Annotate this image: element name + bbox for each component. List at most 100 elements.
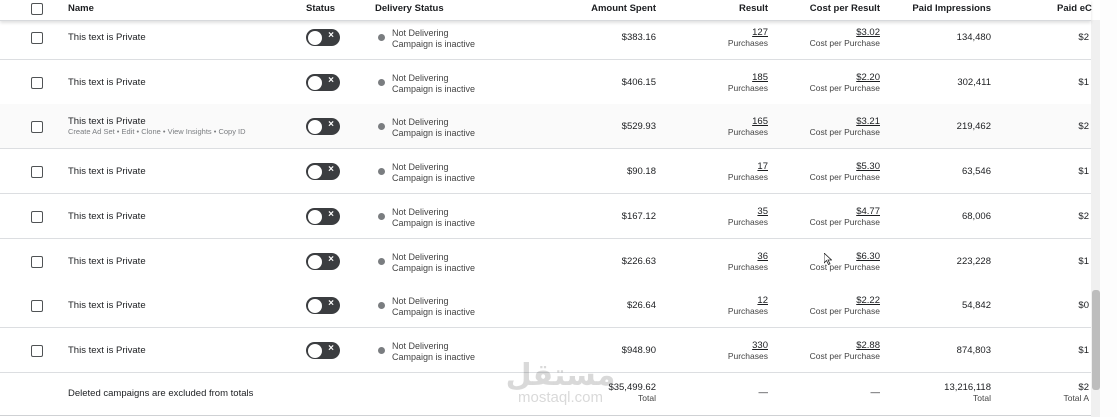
delivery-status: Not Delivering Campaign is inactive [392, 162, 475, 183]
amount-spent: $529.93 [621, 121, 656, 132]
paid-ecpm: $1 [1078, 256, 1089, 267]
cost-per-result-link[interactable]: $2.88 [790, 340, 880, 351]
campaign-status-toggle[interactable]: × [306, 342, 340, 359]
cost-per-result-link[interactable]: $3.02 [790, 27, 880, 38]
amount-spent: $167.12 [621, 211, 656, 222]
row-actions[interactable]: Create Ad Set • Edit • Clone • View Insi… [68, 127, 246, 136]
result-type: Purchases [727, 127, 768, 137]
result-link[interactable]: 12 [688, 295, 768, 306]
paid-ecpm: $1 [1078, 345, 1089, 356]
delivery-status: Not Delivering Campaign is inactive [392, 341, 475, 362]
delivery-status-sub: Campaign is inactive [392, 38, 476, 49]
delivery-status-sub: Campaign is inactive [392, 351, 476, 362]
campaign-status-toggle[interactable]: × [306, 29, 340, 46]
paid-ecpm: $1 [1078, 77, 1089, 88]
totals-cost-per-result: — [870, 387, 881, 398]
campaign-status-toggle[interactable]: × [306, 74, 340, 91]
result-type: Purchases [727, 172, 768, 182]
cost-per-result-link[interactable]: $5.30 [790, 161, 880, 172]
result-type: Purchases [727, 83, 768, 93]
result-link[interactable]: 127 [688, 27, 768, 38]
campaign-status-toggle[interactable]: × [306, 163, 340, 180]
result-link[interactable]: 35 [688, 206, 768, 217]
campaign-name[interactable]: This text is Private [68, 300, 146, 311]
row-checkbox[interactable] [31, 166, 43, 178]
watermark-arabic: مستقل [505, 358, 616, 393]
totals-note: Deleted campaigns are excluded from tota… [68, 388, 254, 399]
paid-impressions: 68,006 [961, 211, 991, 222]
campaign-status-toggle[interactable]: × [306, 118, 340, 135]
paid-impressions: 223,228 [956, 256, 991, 267]
campaign-row[interactable]: This text is Private × Not Delivering Campa… [0, 194, 1091, 239]
result-type: Purchases [727, 262, 768, 272]
row-checkbox[interactable] [31, 32, 43, 44]
status-dot-icon [378, 258, 385, 265]
row-checkbox[interactable] [31, 300, 43, 312]
row-checkbox[interactable] [31, 121, 43, 133]
column-header-cost-per-result[interactable]: Cost per Result [790, 3, 880, 14]
campaign-name[interactable]: This text is Private [68, 77, 146, 88]
toggle-knob [307, 75, 322, 90]
column-header-delivery-status[interactable]: Delivery Status [375, 3, 444, 14]
cost-per-result-link[interactable]: $6.30 [790, 251, 880, 262]
paid-ecpm: $1 [1078, 166, 1089, 177]
column-header-name[interactable]: Name [68, 3, 94, 14]
totals-impressions-label: Total [973, 393, 991, 403]
campaign-row[interactable]: This text is Private × Not Delivering Campa… [0, 239, 1091, 284]
delivery-status: Not Delivering Campaign is inactive [392, 117, 475, 138]
select-all-checkbox[interactable] [31, 3, 43, 15]
delivery-status-label: Not Delivering [392, 162, 449, 172]
status-dot-icon [378, 34, 385, 41]
delivery-status-label: Not Delivering [392, 207, 449, 217]
campaign-name[interactable]: This text is Private [68, 116, 146, 127]
paid-impressions: 219,462 [956, 121, 991, 132]
cost-per-result-link[interactable]: $2.20 [790, 72, 880, 83]
vertical-scrollbar-thumb[interactable] [1092, 290, 1100, 390]
row-checkbox[interactable] [31, 256, 43, 268]
result-link[interactable]: 17 [688, 161, 768, 172]
row-checkbox[interactable] [31, 211, 43, 223]
campaign-status-toggle[interactable]: × [306, 253, 340, 270]
toggle-off-icon: × [328, 298, 334, 309]
campaign-status-toggle[interactable]: × [306, 297, 340, 314]
cost-per-result-type: Cost per Purchase [809, 351, 880, 361]
status-dot-icon [378, 302, 385, 309]
result-link[interactable]: 36 [688, 251, 768, 262]
campaign-name[interactable]: This text is Private [68, 211, 146, 222]
result-link[interactable]: 185 [688, 72, 768, 83]
toggle-knob [307, 298, 322, 313]
toggle-knob [307, 343, 322, 358]
campaign-name[interactable]: This text is Private [68, 32, 146, 43]
column-header-status[interactable]: Status [306, 3, 335, 14]
cost-per-result-link[interactable]: $3.21 [790, 116, 880, 127]
paid-ecpm: $2 [1078, 32, 1089, 43]
status-dot-icon [378, 213, 385, 220]
delivery-status-sub: Campaign is inactive [392, 83, 476, 94]
delivery-status: Not Delivering Campaign is inactive [392, 252, 475, 273]
row-checkbox[interactable] [31, 77, 43, 89]
paid-impressions: 302,411 [957, 77, 991, 88]
amount-spent: $26.64 [626, 300, 656, 311]
result-type: Purchases [727, 38, 768, 48]
amount-spent: $948.90 [621, 345, 656, 356]
column-header-amount-spent[interactable]: Amount Spent [556, 3, 656, 14]
campaign-row[interactable]: This text is Private × Not Delivering Campa… [0, 149, 1091, 194]
cost-per-result-link[interactable]: $4.77 [790, 206, 880, 217]
row-checkbox[interactable] [31, 345, 43, 357]
watermark-logo: مستقل mostaql.com [498, 358, 623, 410]
campaign-name[interactable]: This text is Private [68, 166, 146, 177]
toggle-off-icon: × [328, 254, 334, 265]
campaign-row[interactable]: This text is Private × Not Delivering Campa… [0, 15, 1091, 60]
campaign-status-toggle[interactable]: × [306, 208, 340, 225]
column-header-paid-ecpm[interactable]: Paid eC [1057, 3, 1092, 14]
cost-per-result-link[interactable]: $2.22 [790, 295, 880, 306]
campaign-name[interactable]: This text is Private [68, 345, 146, 356]
campaign-row[interactable]: This text is Private Create Ad Set • Edit… [0, 104, 1091, 149]
column-header-paid-impressions[interactable]: Paid Impressions [891, 3, 991, 14]
campaign-row[interactable]: This text is Private × Not Delivering Campa… [0, 60, 1091, 105]
result-link[interactable]: 330 [688, 340, 768, 351]
result-link[interactable]: 165 [688, 116, 768, 127]
column-header-result[interactable]: Result [688, 3, 768, 14]
campaign-name[interactable]: This text is Private [68, 256, 146, 267]
campaign-row[interactable]: This text is Private × Not Delivering Campa… [0, 283, 1091, 328]
